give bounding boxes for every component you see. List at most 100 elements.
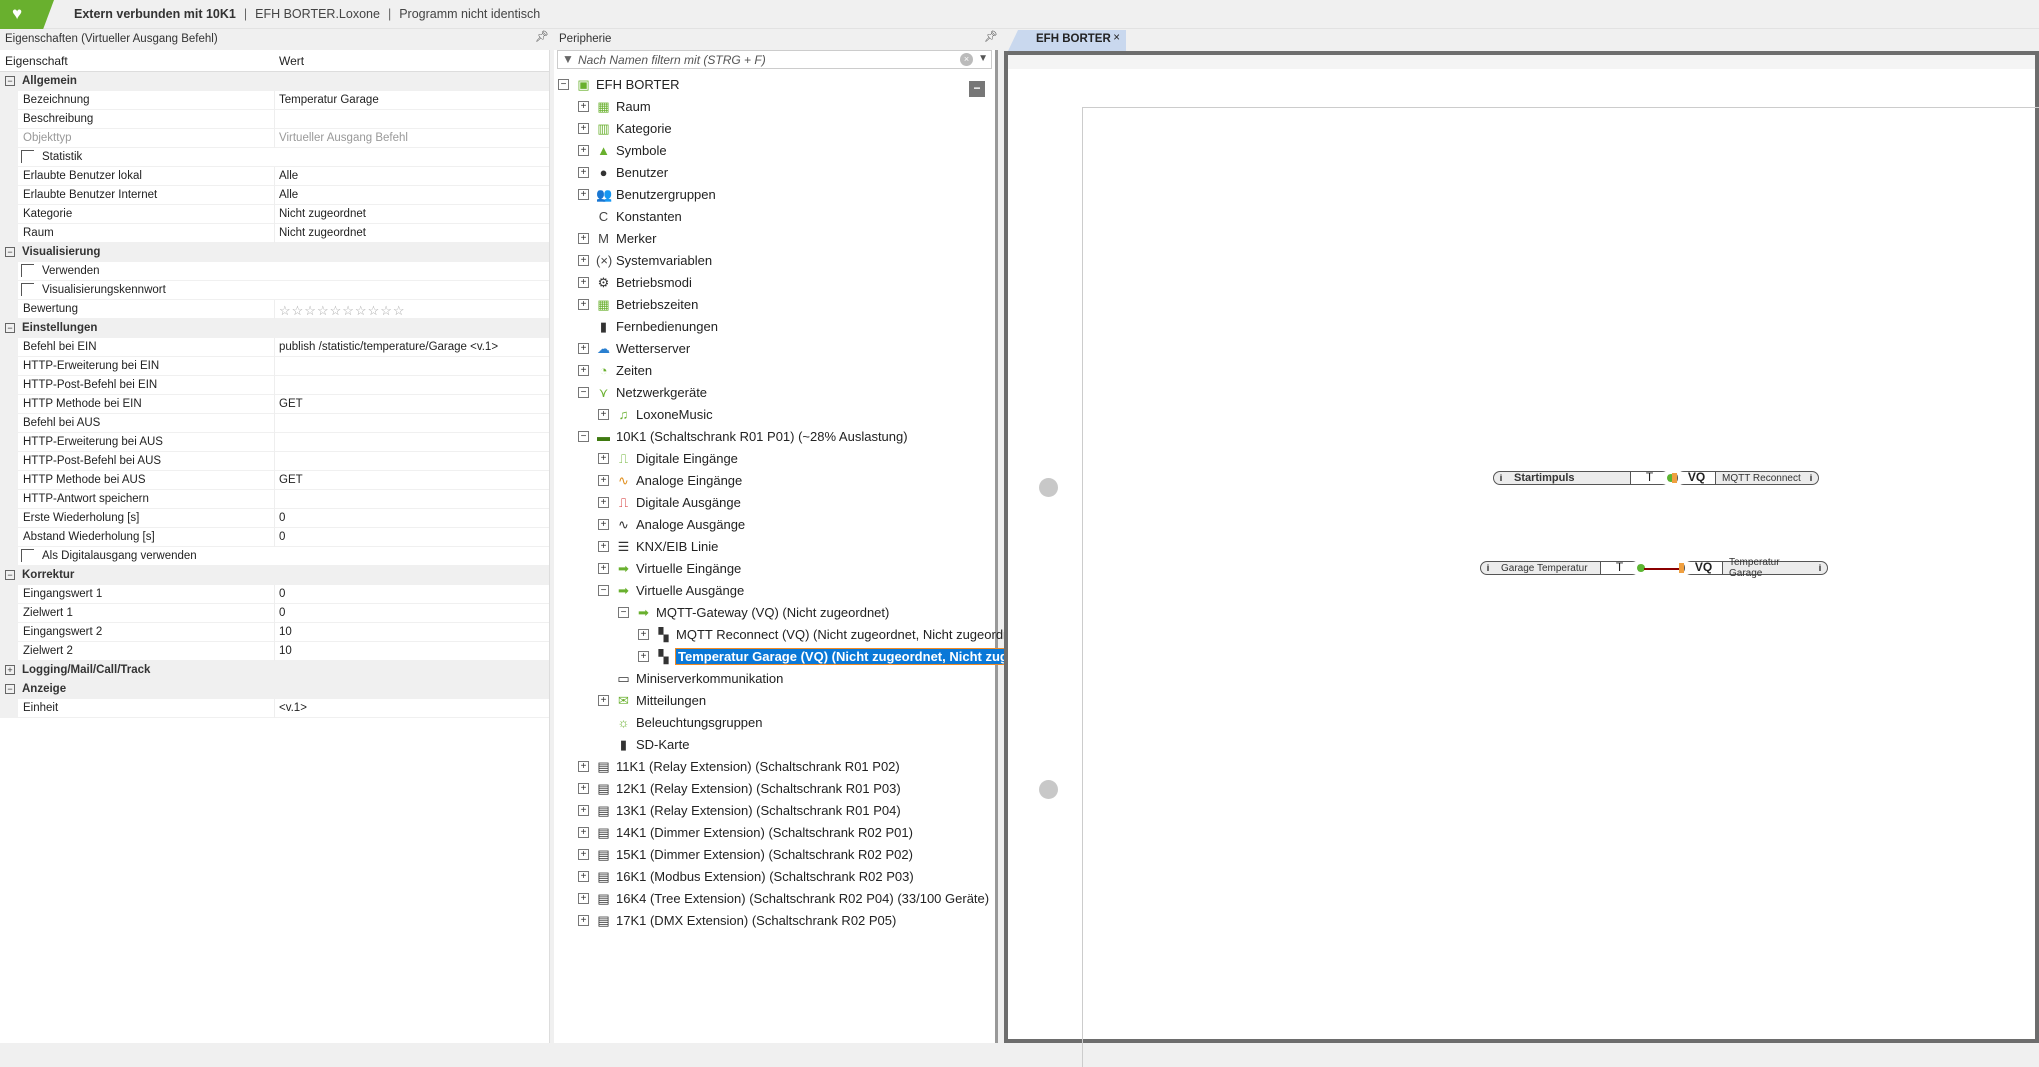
tree-item[interactable]: + ▤ 16K1 (Modbus Extension) (Schaltschrank…: [554, 866, 995, 888]
expander-icon[interactable]: +: [578, 827, 589, 838]
page-marker-dot[interactable]: [1039, 478, 1058, 497]
property-value[interactable]: Alle: [279, 170, 298, 182]
property-row[interactable]: Befehl bei AUS: [0, 414, 549, 433]
checkbox[interactable]: [21, 549, 34, 562]
property-row[interactable]: Verwenden: [0, 262, 549, 281]
tree-item[interactable]: + ▤ 13K1 (Relay Extension) (Schaltschrank …: [554, 800, 995, 822]
expander-icon[interactable]: +: [598, 695, 609, 706]
property-value[interactable]: 0: [279, 512, 285, 524]
tree-item[interactable]: + ➡ Virtuelle Eingänge: [554, 558, 995, 580]
expander-icon[interactable]: +: [578, 783, 589, 794]
expander-icon[interactable]: +: [638, 651, 649, 662]
expander-icon[interactable]: +: [598, 453, 609, 464]
property-row[interactable]: Erlaubte Benutzer lokal Alle: [0, 167, 549, 186]
property-value[interactable]: Alle: [279, 189, 298, 201]
expander-icon[interactable]: +: [578, 849, 589, 860]
checkbox[interactable]: [21, 264, 34, 277]
expander-icon[interactable]: +: [578, 277, 589, 288]
expander-icon[interactable]: −: [5, 570, 15, 580]
property-value[interactable]: publish /statistic/temperature/Garage <v…: [279, 341, 498, 353]
chevron-down-icon[interactable]: ▼: [978, 53, 988, 64]
page-marker-dot[interactable]: [1039, 780, 1058, 799]
expander-icon[interactable]: −: [578, 431, 589, 442]
tree-item[interactable]: + ☰ KNX/EIB Linie: [554, 536, 995, 558]
expander-icon[interactable]: −: [618, 607, 629, 618]
tree-item[interactable]: C Konstanten: [554, 206, 995, 228]
property-row[interactable]: Kategorie Nicht zugeordnet: [0, 205, 549, 224]
property-row[interactable]: Bewertung ☆☆☆☆☆☆☆☆☆☆: [0, 300, 549, 319]
tab-efh-borter[interactable]: EFH BORTER ×: [1008, 30, 1126, 51]
property-row[interactable]: Abstand Wiederholung [s] 0: [0, 528, 549, 547]
property-row[interactable]: Einheit <v.1>: [0, 699, 549, 718]
property-row[interactable]: HTTP-Antwort speichern: [0, 490, 549, 509]
property-row[interactable]: HTTP-Post-Befehl bei AUS: [0, 452, 549, 471]
expander-icon[interactable]: +: [598, 519, 609, 530]
expander-icon[interactable]: +: [578, 255, 589, 266]
property-row[interactable]: HTTP-Erweiterung bei EIN: [0, 357, 549, 376]
column-header-name[interactable]: Eigenschaft: [5, 54, 68, 68]
property-value[interactable]: Temperatur Garage: [279, 94, 379, 106]
expander-icon[interactable]: +: [578, 123, 589, 134]
expander-icon[interactable]: −: [5, 323, 15, 333]
property-row[interactable]: Erste Wiederholung [s] 0: [0, 509, 549, 528]
property-value[interactable]: GET: [279, 474, 303, 486]
property-row[interactable]: Befehl bei EIN publish /statistic/tempera…: [0, 338, 549, 357]
tree-item[interactable]: + ⚙ Betriebsmodi: [554, 272, 995, 294]
property-row[interactable]: Objekttyp Virtueller Ausgang Befehl: [0, 129, 549, 148]
tree-item[interactable]: ▮ Fernbedienungen: [554, 316, 995, 338]
checkbox[interactable]: [21, 150, 34, 163]
tree-item[interactable]: + ▤ 11K1 (Relay Extension) (Schaltschrank …: [554, 756, 995, 778]
expander-icon[interactable]: +: [598, 497, 609, 508]
rating-stars[interactable]: ☆☆☆☆☆☆☆☆☆☆: [279, 303, 406, 319]
tree-item[interactable]: + ▚ MQTT Reconnect (VQ) (Nicht zugeordnet,…: [554, 624, 1025, 646]
expander-icon[interactable]: −: [5, 247, 15, 257]
property-value[interactable]: GET: [279, 398, 303, 410]
property-value[interactable]: 0: [279, 531, 285, 543]
tree-item[interactable]: + M Merker: [554, 228, 995, 250]
expander-icon[interactable]: −: [578, 387, 589, 398]
pin-icon[interactable]: 📌︎: [984, 30, 998, 43]
input-block[interactable]: i Startimpuls T: [1493, 471, 1669, 485]
property-row[interactable]: HTTP-Erweiterung bei AUS: [0, 433, 549, 452]
tree-item[interactable]: + ∿ Analoge Ausgänge: [554, 514, 995, 536]
property-value[interactable]: Virtueller Ausgang Befehl: [279, 132, 408, 144]
property-row[interactable]: HTTP-Post-Befehl bei EIN: [0, 376, 549, 395]
tree-item[interactable]: + ∿ Analoge Eingänge: [554, 470, 995, 492]
property-value[interactable]: <v.1>: [279, 702, 307, 714]
property-row[interactable]: Visualisierungskennwort: [0, 281, 549, 300]
property-group[interactable]: − Einstellungen: [0, 319, 549, 338]
tree-item[interactable]: + ● Benutzer: [554, 162, 995, 184]
property-value[interactable]: 10: [279, 626, 292, 638]
tree-item[interactable]: − ▬ 10K1 (Schaltschrank R01 P01) (~28% Aus…: [554, 426, 995, 448]
expander-icon[interactable]: +: [578, 893, 589, 904]
expander-icon[interactable]: +: [5, 665, 15, 675]
tree-item[interactable]: + ▤ 16K4 (Tree Extension) (Schaltschrank R…: [554, 888, 995, 910]
tree-item[interactable]: ▮ SD-Karte: [554, 734, 995, 756]
property-row[interactable]: Eingangswert 2 10: [0, 623, 549, 642]
property-row[interactable]: Als Digitalausgang verwenden: [0, 547, 549, 566]
expander-icon[interactable]: +: [578, 871, 589, 882]
expander-icon[interactable]: +: [598, 541, 609, 552]
property-row[interactable]: HTTP Methode bei EIN GET: [0, 395, 549, 414]
tree-item[interactable]: + ▤ 14K1 (Dimmer Extension) (Schaltschrank…: [554, 822, 995, 844]
connection-wire[interactable]: [1644, 568, 1681, 570]
property-row[interactable]: Raum Nicht zugeordnet: [0, 224, 549, 243]
expander-icon[interactable]: −: [5, 684, 15, 694]
property-group[interactable]: + Logging/Mail/Call/Track: [0, 661, 549, 680]
expander-icon[interactable]: +: [578, 915, 589, 926]
tree-item[interactable]: + ✉ Mitteilungen: [554, 690, 995, 712]
tree-item[interactable]: + ▲ Symbole: [554, 140, 995, 162]
property-row[interactable]: Bezeichnung Temperatur Garage: [0, 91, 549, 110]
property-row[interactable]: Beschreibung: [0, 110, 549, 129]
property-value[interactable]: 10: [279, 645, 292, 657]
expander-icon[interactable]: +: [578, 365, 589, 376]
close-icon[interactable]: ×: [1113, 32, 1120, 44]
property-row[interactable]: Erlaubte Benutzer Internet Alle: [0, 186, 549, 205]
property-row[interactable]: Statistik: [0, 148, 549, 167]
expander-icon[interactable]: +: [578, 343, 589, 354]
property-value[interactable]: Nicht zugeordnet: [279, 208, 366, 220]
tree-item[interactable]: + ☁ Wetterserver: [554, 338, 995, 360]
expander-icon[interactable]: −: [598, 585, 609, 596]
expander-icon[interactable]: +: [578, 805, 589, 816]
expander-icon[interactable]: +: [638, 629, 649, 640]
